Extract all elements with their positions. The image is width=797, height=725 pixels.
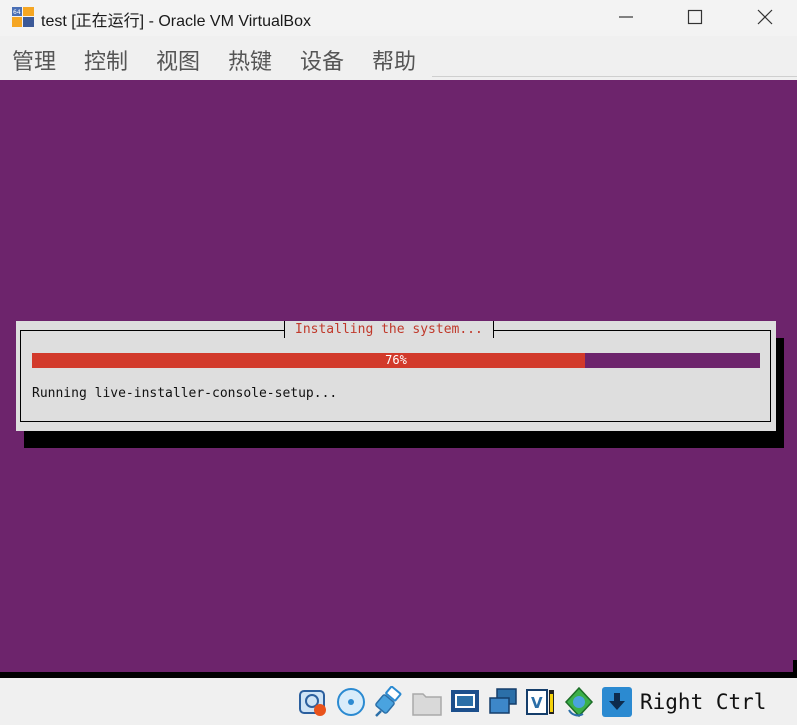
mouse-integration-icon[interactable]	[601, 686, 633, 718]
guest-additions-icon[interactable]	[563, 686, 595, 718]
install-progress-bar: 76%	[32, 353, 760, 368]
menu-hotkeys[interactable]: 热键	[228, 44, 272, 76]
minimize-icon	[619, 16, 633, 18]
progress-percent: 76%	[385, 353, 407, 367]
usb-icon[interactable]	[373, 686, 405, 718]
menu-control[interactable]: 控制	[84, 44, 128, 76]
window-title: test [正在运行] - Oracle VM VirtualBox	[41, 13, 311, 30]
hard-disk-icon[interactable]	[297, 686, 329, 718]
close-icon	[757, 9, 773, 25]
menu-devices[interactable]: 设备	[300, 44, 344, 76]
minimize-button[interactable]	[603, 0, 649, 34]
install-status-text: Running live-installer-console-setup...	[32, 386, 338, 401]
virtualbox-logo-icon: 64	[12, 7, 34, 27]
shared-folders-icon[interactable]	[411, 686, 443, 718]
dialog-title: Installing the system...	[284, 321, 494, 338]
optical-drive-icon[interactable]	[335, 686, 367, 718]
dialog-frame	[20, 330, 771, 422]
menu-help[interactable]: 帮助	[372, 44, 416, 76]
host-key-label: Right Ctrl	[640, 690, 767, 714]
svg-text:64: 64	[13, 9, 21, 16]
network-icon[interactable]	[487, 686, 519, 718]
svg-text:V: V	[531, 694, 543, 712]
installer-dialog: Installing the system... 76% Running liv…	[16, 321, 776, 431]
status-bar: V Right Ctrl	[0, 678, 797, 725]
maximize-icon	[687, 9, 703, 25]
close-button[interactable]	[742, 0, 788, 34]
vm-screen[interactable]: Installing the system... 76% Running liv…	[0, 80, 797, 678]
video-capture-icon[interactable]: V	[525, 686, 557, 718]
menu-manage[interactable]: 管理	[12, 44, 56, 76]
title-bar[interactable]: 64 test [正在运行] - Oracle VM VirtualBox	[0, 0, 797, 36]
menu-view[interactable]: 视图	[156, 44, 200, 76]
maximize-button[interactable]	[672, 0, 718, 34]
menu-bar: 管理 控制 视图 热键 设备 帮助	[0, 36, 797, 80]
menu-divider	[432, 76, 797, 77]
display-icon[interactable]	[449, 686, 481, 718]
